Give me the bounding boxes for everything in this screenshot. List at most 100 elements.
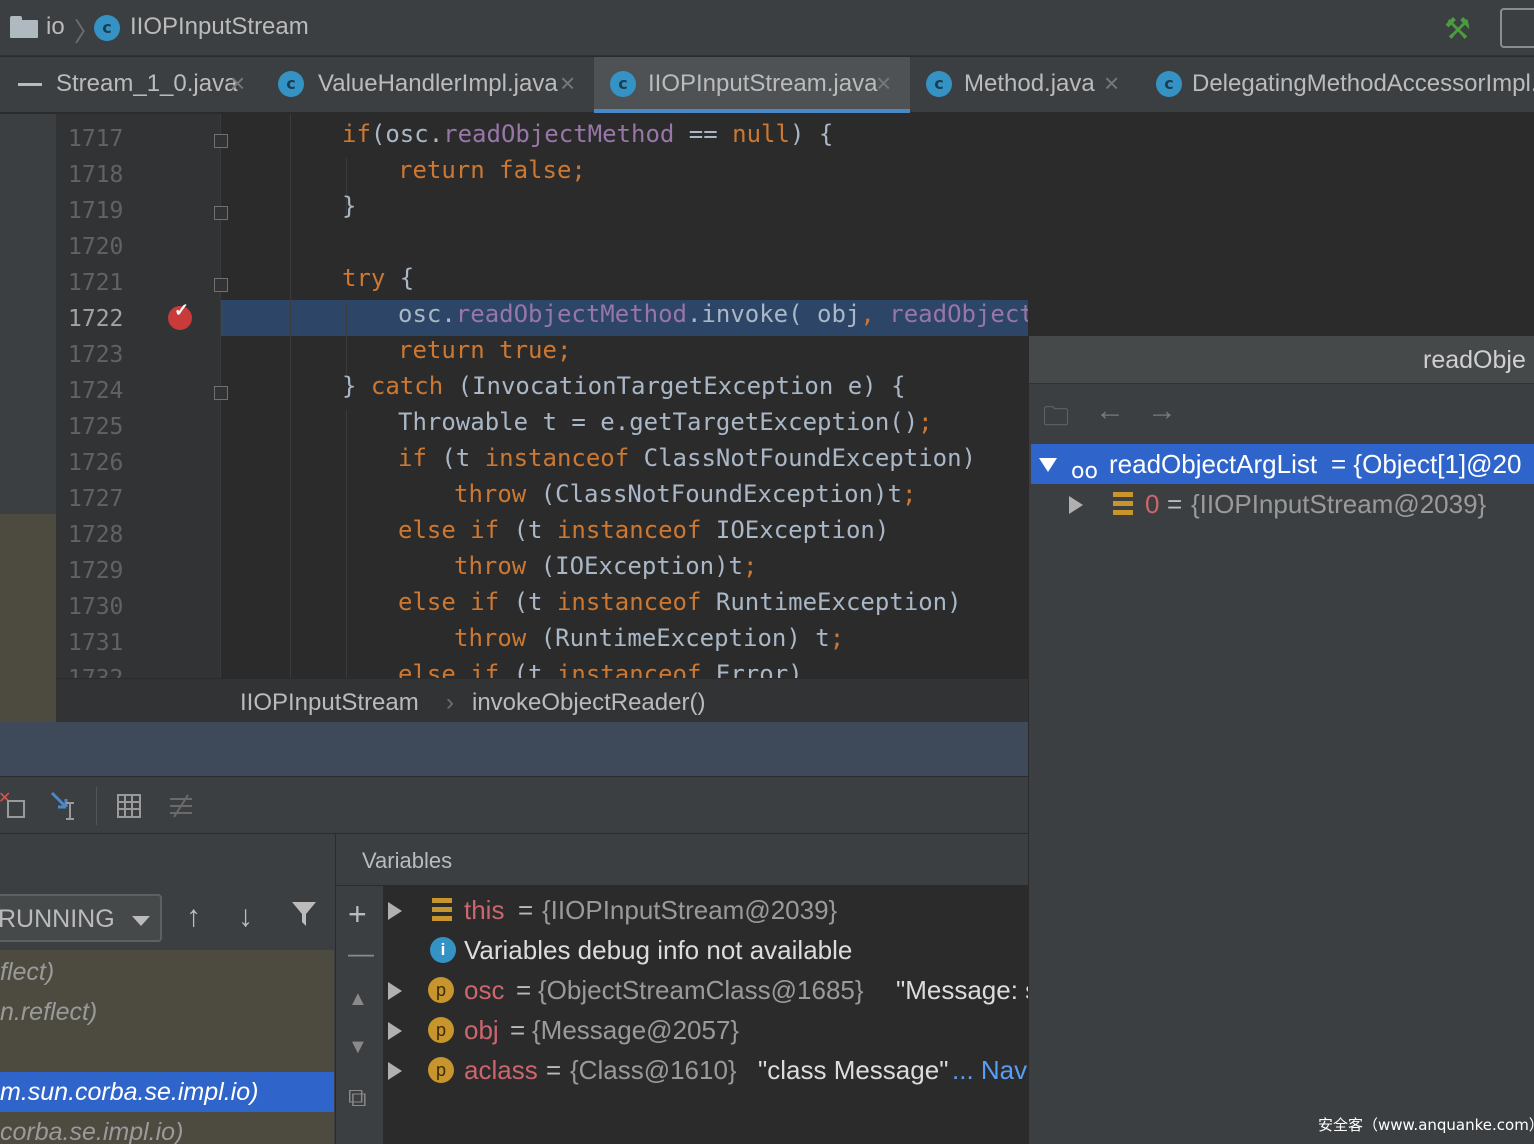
popup-child-value: {IIOPInputStream@2039} [1191,489,1487,519]
line-number: 1729 [68,558,124,584]
trace-icon[interactable] [164,789,198,823]
toolbar-divider [96,787,97,825]
stack-frame-selected[interactable]: m.sun.corba.se.impl.io) [0,1072,334,1112]
close-icon[interactable]: × [230,68,245,99]
folder-icon [10,16,38,38]
line-number: 1731 [68,630,124,656]
indent-guide [290,114,291,678]
code-line: if(osc.readObjectMethod == null) { [342,120,834,148]
filter-icon[interactable] [290,898,318,936]
structure-breadcrumb: IIOPInputStream › invokeObjectReader() [56,678,1028,722]
popup-child-name: 0 [1145,489,1160,519]
navigate-link[interactable]: ... Nav [952,1050,1027,1090]
line-number-current: 1722 [68,306,124,332]
drop-frame-icon[interactable]: ✕ [0,788,30,823]
variable-name: this [464,895,505,925]
stack-frame[interactable] [0,1032,334,1072]
expand-icon[interactable] [388,1022,402,1040]
breadcrumb-file[interactable]: IIOPInputStream [130,13,309,41]
class-icon: c [94,15,120,41]
equals-sign: = [518,895,534,925]
line-number: 1718 [68,162,124,188]
remove-watch-icon[interactable]: — [348,938,374,969]
run-to-cursor-icon[interactable] [48,789,82,823]
variable-string: "class Message" [758,1055,949,1085]
move-up-icon[interactable]: ▲ [348,988,368,1011]
line-number: 1724 [68,378,124,404]
variable-value: {IIOPInputStream@2039} [542,895,838,925]
popup-root-row[interactable]: oo readObjectArgList = {Object[1]@20 [1031,444,1534,484]
array-icon [1113,492,1133,516]
code-line: else if (t instanceof RuntimeException) [398,588,962,616]
expand-icon[interactable] [388,982,402,1000]
fold-marker-icon[interactable] [214,134,228,148]
thread-selector[interactable]: RUNNING [0,894,162,942]
breakpoint-icon[interactable]: ✓ [168,300,192,330]
tab-label: IIOPInputStream.java [648,70,878,97]
tab-delegating-method-accessor-impl[interactable]: c DelegatingMethodAccessorImpl.java [1142,57,1534,113]
code-line: if (t instanceof ClassNotFoundException) [398,444,976,472]
line-number: 1721 [68,270,124,296]
frame-list: flect) n.reflect) m.sun.corba.se.impl.io… [0,950,334,1144]
window-icon[interactable] [1500,8,1534,48]
variable-name: aclass [464,1055,538,1085]
variables-header: Variables [336,834,1028,886]
popup-child-row[interactable]: 0 = {IIOPInputStream@2039} [1069,484,1534,524]
tab-value-handler-impl[interactable]: c ValueHandlerImpl.java × [266,57,592,113]
debug-tab-strip [0,722,1028,776]
class-icon: c [610,71,636,97]
copy-icon[interactable]: ⧉ [348,1082,367,1114]
expand-icon[interactable] [388,902,402,920]
move-down-icon[interactable]: ▼ [348,1036,368,1059]
left-tool-strip [0,114,56,722]
tab-stream-1-0[interactable]: Stream_1_0.java × [56,57,266,113]
arrow-up-icon[interactable]: ↑ [186,900,201,934]
fold-marker-icon[interactable] [214,206,228,220]
close-icon[interactable]: × [1104,68,1119,99]
expand-icon[interactable] [1069,496,1083,514]
parameter-icon: p [428,977,454,1003]
stack-frame[interactable]: corba.se.impl.io) [0,1112,334,1144]
open-in-tree-icon[interactable]: 🗀 [1043,398,1069,442]
svg-text:✕: ✕ [0,789,11,807]
code-line: } catch (InvocationTargetException e) { [342,372,906,400]
collapse-icon[interactable] [1039,458,1057,472]
code-line: else if (t instanceof IOException) [398,516,890,544]
line-number: 1730 [68,594,124,620]
build-hammer-icon[interactable]: ⚒ [1444,12,1471,47]
breadcrumb-folder[interactable]: io [46,13,65,41]
equals-sign: = [516,975,532,1005]
line-number: 1717 [68,126,124,152]
code-line: else if (t instanceof Error) [398,660,803,678]
line-number: 1719 [68,198,124,224]
code-line: osc.readObjectMethod.invoke( obj, readOb… [398,300,1028,328]
breadcrumb-method[interactable]: invokeObjectReader() [472,689,705,717]
line-number: 1720 [68,234,124,260]
chevron-right-icon: › [446,689,454,716]
back-arrow-icon[interactable]: ← [1095,394,1125,428]
close-icon[interactable]: × [876,68,891,99]
fold-marker-icon[interactable] [214,386,228,400]
close-icon[interactable]: × [560,68,575,99]
add-watch-icon[interactable]: + [348,896,367,933]
stack-frame[interactable]: flect) [0,952,334,992]
tab-method[interactable]: c Method.java × [912,57,1142,113]
tab-iiop-input-stream[interactable]: c IIOPInputStream.java × [594,57,910,113]
evaluate-expression-icon[interactable] [112,789,146,823]
value-popup: readObje 🗀 ← → oo readObjectArgList = {O… [1028,336,1534,1144]
stack-frame[interactable]: n.reflect) [0,992,334,1032]
indent-guide [346,302,347,374]
line-number: 1727 [68,486,124,512]
fold-marker-icon[interactable] [214,278,228,292]
array-icon [432,898,452,922]
forward-arrow-icon[interactable]: → [1147,394,1177,428]
variables-title: Variables [362,848,453,873]
variables-side-toolbar: + — ▲ ▼ ⧉ [336,886,384,1144]
parameter-icon: p [428,1017,454,1043]
breadcrumb-class[interactable]: IIOPInputStream [240,689,419,717]
arrow-down-icon[interactable]: ↓ [238,900,253,934]
expand-icon[interactable] [388,1062,402,1080]
collapse-icon[interactable] [18,83,42,86]
code-editor[interactable]: ✓ 1717 1718 1719 1720 1721 1722 1723 172… [56,114,1028,678]
code-line: throw (ClassNotFoundException)t; [454,480,917,508]
